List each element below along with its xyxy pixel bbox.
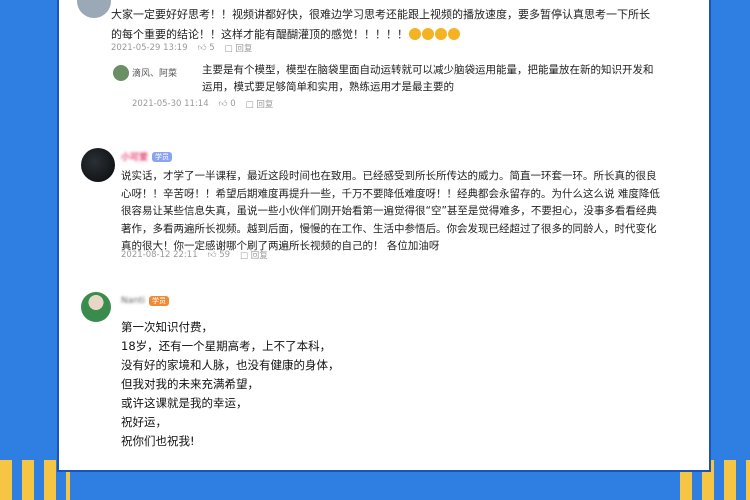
member-badge: 学员 [148,296,169,306]
like-button[interactable]: 👍︎ 59 [208,250,230,260]
member-badge: 学员 [152,151,173,162]
comment-username[interactable]: 小可爱 学员 [121,150,173,163]
reply-button[interactable]: □ 回复 [240,249,268,261]
comment-item: 大家一定要好好思考！！视频讲都好快，很难边学习思考还能跟上视频的播放速度，要多暂… [59,0,709,110]
comment-text: 第一次知识付费， 18岁，还有一个星期高考，上不了本科， 没有好的家境和人脉，也… [121,318,621,451]
reply-avatar[interactable] [113,65,129,81]
reply-date: 2021-05-30 11:14 [132,99,209,109]
reply-icon: □ [240,251,249,261]
emoji-icon [448,28,460,40]
reply-icon: □ [224,44,233,54]
avatar[interactable] [81,148,115,182]
comment-meta: 2021-05-29 13:19 👍︎ 5 □ 回复 [111,42,252,54]
comment-date: 2021-08-12 22:11 [121,250,198,260]
comment-line: 或许这课就是我的幸运， [121,396,248,410]
comment-text: 大家一定要好好思考！！视频讲都好快，很难边学习思考还能跟上视频的播放速度，要多暂… [111,5,656,45]
comment-line: 没有好的家境和人脉，也没有健康的身体， [121,358,340,372]
avatar[interactable] [81,292,111,322]
comment-date: 2021-05-29 13:19 [111,43,188,53]
comment-line: 第一次知识付费， [121,320,213,334]
reply-meta: 2021-05-30 11:14 👍︎ 0 □ 回复 [132,98,273,110]
reply-button[interactable]: □ 回复 [225,42,253,54]
comment-text: 说实话，才学了一半课程，最近这段时间也在致用。已经感受到所长所传达的威力。简直一… [121,170,660,252]
emoji-icon [422,28,434,40]
reply-text: 主要是有个模型，模型在脑袋里面自动运转就可以减少脑袋运用能量，把能量放在新的知识… [202,64,654,93]
comment-line: 18岁，还有一个星期高考，上不了本科， [121,339,332,353]
comments-card: 大家一定要好好思考！！视频讲都好快，很难边学习思考还能跟上视频的播放速度，要多暂… [57,0,711,472]
reply-username[interactable]: 滴风、阿菜 [132,66,177,79]
comment-line: 祝你们也祝我! [121,434,195,448]
reply-icon: □ [245,100,254,110]
thumb-up-icon: 👍︎ [197,43,207,53]
comment-meta: 2021-08-12 22:11 👍︎ 59 □ 回复 [121,249,268,261]
comment-line: 但我对我的未来充满希望， [121,377,259,391]
comment-item: Nanti 学员 第一次知识付费， 18岁，还有一个星期高考，上不了本科， 没有… [59,288,709,468]
emoji-icon [435,28,447,40]
like-button[interactable]: 👍︎ 5 [198,43,215,53]
comment-username[interactable]: Nanti 学员 [121,296,169,306]
avatar[interactable] [77,0,111,18]
comment-line: 祝好运， [121,415,167,429]
reply-button[interactable]: □ 回复 [246,98,274,110]
comment-item: 小可爱 学员 说实话，才学了一半课程，最近这段时间也在致用。已经感受到所长所传达… [59,140,709,270]
like-button[interactable]: 👍︎ 0 [219,99,236,109]
comment-body: 大家一定要好好思考！！视频讲都好快，很难边学习思考还能跟上视频的播放速度，要多暂… [111,8,650,41]
thumb-up-icon: 👍︎ [207,250,217,260]
emoji-icon [409,28,421,40]
thumb-up-icon: 👍︎ [218,99,228,109]
